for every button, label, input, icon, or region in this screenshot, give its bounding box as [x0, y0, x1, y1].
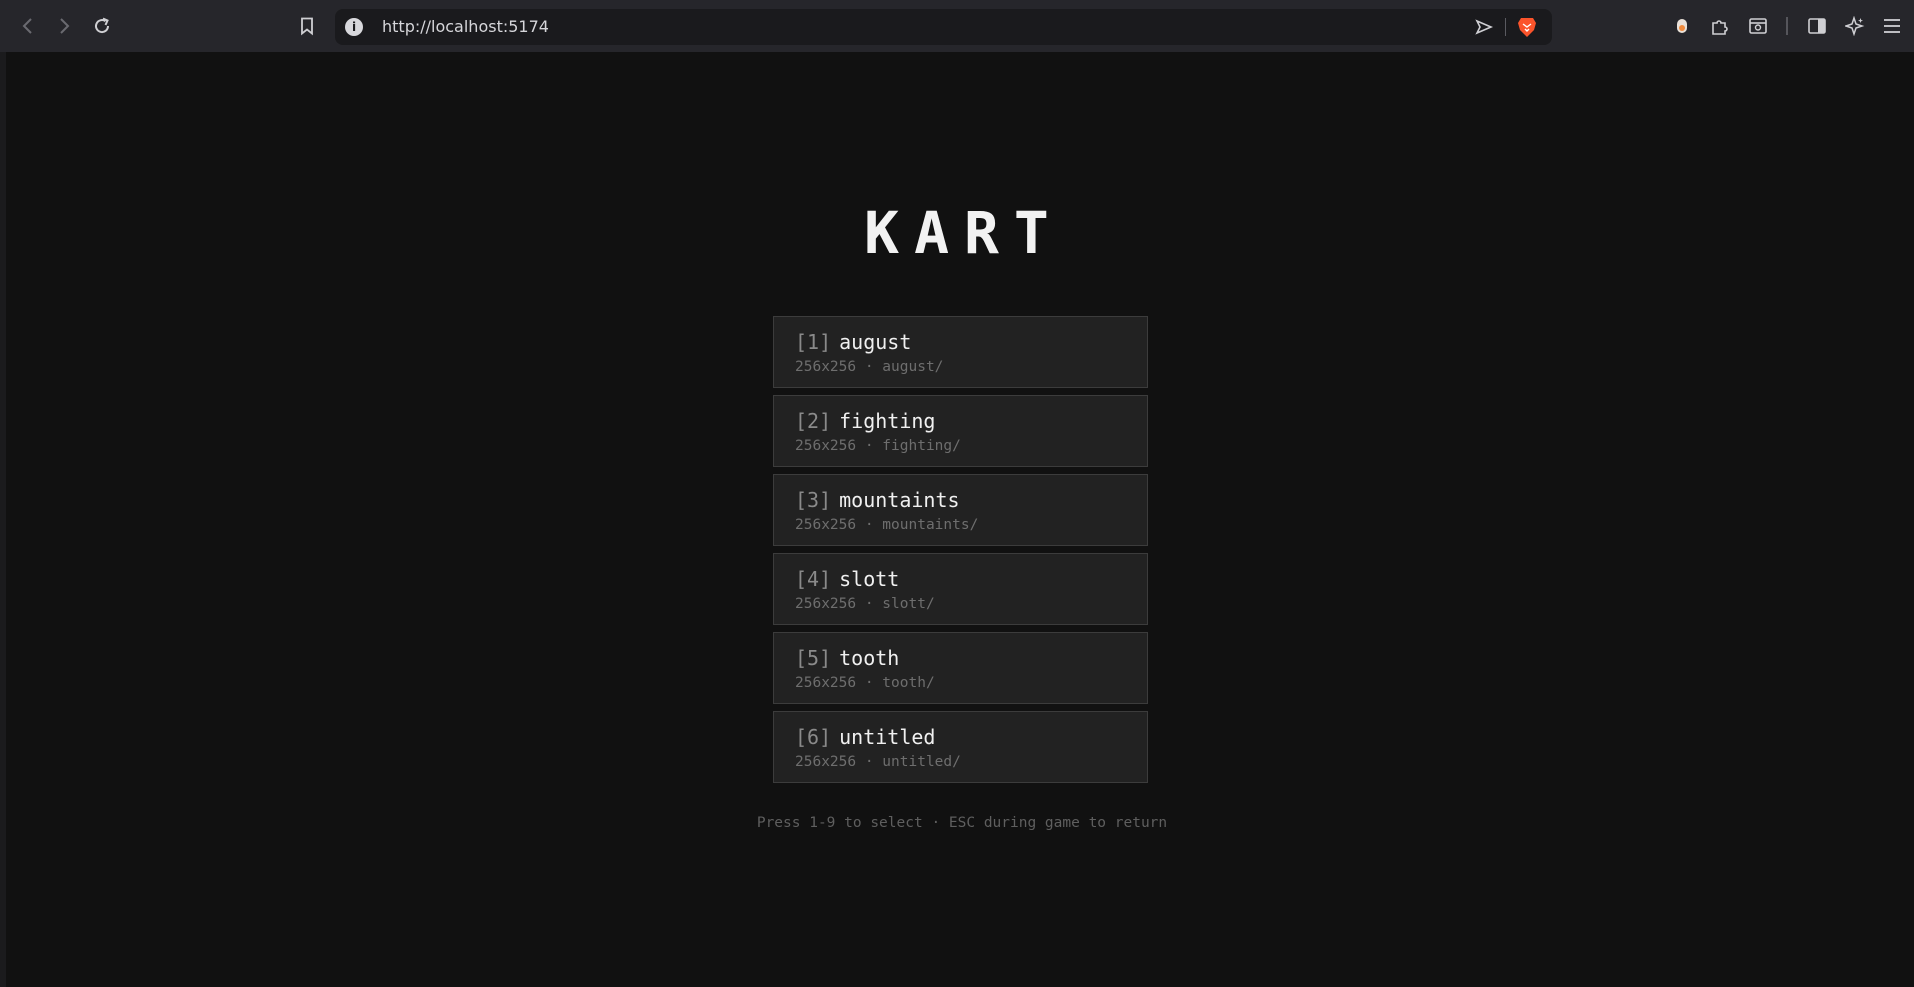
puzzle-icon[interactable] [1708, 14, 1732, 38]
track-meta: 256x256 · mountaints/ [795, 517, 979, 533]
track-name: tooth [839, 646, 900, 670]
track-heading: [4] slott [795, 567, 899, 591]
track-heading: [6] untitled [795, 725, 935, 749]
address-divider [1505, 18, 1506, 36]
page-viewport: KART [1] august 256x256 · august/ [2] figh… [6, 52, 1914, 987]
track-key: [6] [795, 725, 832, 749]
browser-toolbar: i http://localhost:5174 [0, 0, 1914, 52]
send-icon[interactable] [1474, 17, 1494, 37]
track-key: [1] [795, 330, 832, 354]
bookmark-icon[interactable] [295, 14, 319, 38]
address-bar[interactable]: i http://localhost:5174 [335, 9, 1552, 45]
track-option-slott[interactable]: [4] slott 256x256 · slott/ [773, 553, 1148, 625]
hamburger-menu-icon[interactable] [1880, 14, 1904, 38]
track-key: [5] [795, 646, 832, 670]
track-option-fighting[interactable]: [2] fighting 256x256 · fighting/ [773, 395, 1148, 467]
extension-dot-icon[interactable] [1670, 14, 1694, 38]
track-name: slott [839, 567, 900, 591]
track-option-untitled[interactable]: [6] untitled 256x256 · untitled/ [773, 711, 1148, 783]
track-name: untitled [839, 725, 936, 749]
track-key: [4] [795, 567, 832, 591]
track-key: [2] [795, 409, 832, 433]
track-name: august [839, 330, 912, 354]
track-key: [3] [795, 488, 832, 512]
controls-hint: Press 1-9 to select · ESC during game to… [756, 815, 1168, 831]
track-option-mountaints[interactable]: [3] mountaints 256x256 · mountaints/ [773, 474, 1148, 546]
track-meta: 256x256 · tooth/ [795, 675, 935, 691]
track-meta: 256x256 · fighting/ [795, 438, 961, 454]
track-heading: [1] august [795, 330, 911, 354]
track-name: mountaints [839, 488, 960, 512]
chevron-left-icon[interactable] [16, 14, 40, 38]
track-list: [1] august 256x256 · august/ [2] fighting … [773, 316, 1148, 790]
reload-icon[interactable] [90, 14, 114, 38]
sparkle-icon[interactable] [1843, 14, 1867, 38]
track-meta: 256x256 · august/ [795, 359, 944, 375]
address-url[interactable]: http://localhost:5174 [382, 17, 549, 37]
game-title: KART [864, 199, 1064, 267]
site-info-icon[interactable]: i [345, 18, 363, 36]
tab-search-icon[interactable] [1746, 14, 1770, 38]
track-option-tooth[interactable]: [5] tooth 256x256 · tooth/ [773, 632, 1148, 704]
track-meta: 256x256 · untitled/ [795, 754, 961, 770]
track-option-august[interactable]: [1] august 256x256 · august/ [773, 316, 1148, 388]
track-name: fighting [839, 409, 936, 433]
chevron-right-icon[interactable] [52, 14, 76, 38]
track-heading: [3] mountaints [795, 488, 960, 512]
track-heading: [5] tooth [795, 646, 899, 670]
track-heading: [2] fighting [795, 409, 935, 433]
toolbar-divider [1786, 17, 1788, 35]
sidebar-icon[interactable] [1805, 14, 1829, 38]
brave-lion-icon[interactable] [1517, 16, 1537, 38]
track-meta: 256x256 · slott/ [795, 596, 935, 612]
